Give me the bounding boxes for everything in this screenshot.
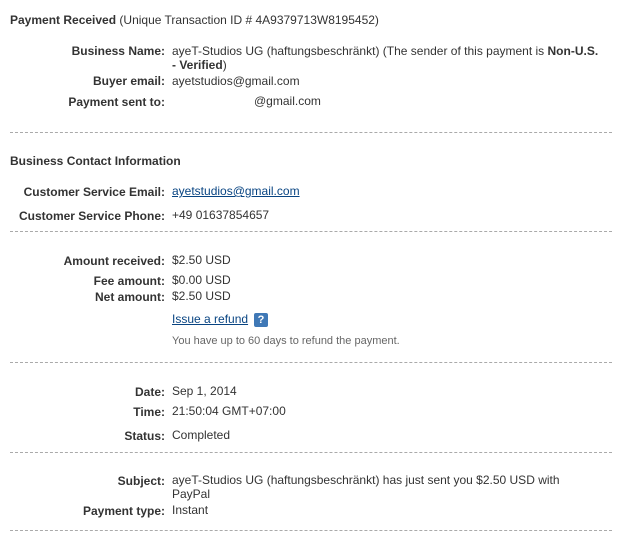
sender-status: Non-U.S.	[547, 44, 599, 58]
business-name-label: Business Name:	[71, 44, 165, 58]
verified-status: - Verified	[172, 58, 223, 72]
business-name-text: ayeT-Studios UG (haftungsbeschränkt) (Th…	[172, 44, 548, 58]
business-name-close-paren: )	[222, 58, 227, 72]
business-name-value-line2: - Verified)	[172, 58, 227, 73]
amount-received-label: Amount received:	[63, 254, 165, 268]
section-divider	[10, 362, 612, 363]
customer-service-phone-value: +49 01637854657	[172, 208, 270, 222]
section-divider	[10, 452, 612, 453]
contact-section-title: Business Contact Information	[10, 154, 181, 168]
time-label: Time:	[133, 405, 165, 419]
refund-hint: You have up to 60 days to refund the pay…	[172, 335, 400, 347]
transaction-header: Payment Received (Unique Transaction ID …	[10, 13, 379, 28]
page-title: Payment Received	[10, 13, 117, 27]
section-divider	[10, 132, 612, 133]
date-label: Date:	[134, 385, 165, 399]
time-value: 21:50:04 GMT+07:00	[172, 404, 286, 418]
status-value: Completed	[172, 428, 231, 442]
subject-label: Subject:	[117, 474, 165, 488]
net-amount-value: $2.50 USD	[172, 289, 231, 303]
customer-service-email-link[interactable]: ayetstudios@gmail.com	[172, 184, 300, 199]
buyer-email-label: Buyer email:	[92, 74, 165, 88]
buyer-email-value: ayetstudios@gmail.com	[172, 74, 300, 88]
subject-value-line1: ayeT-Studios UG (haftungsbeschränkt) has…	[172, 473, 560, 487]
customer-service-email-label: Customer Service Email:	[23, 185, 165, 199]
amount-received-value: $2.50 USD	[172, 253, 231, 267]
payment-type-value: Instant	[172, 503, 209, 517]
payment-sent-to-label: Payment sent to:	[68, 95, 165, 109]
subject-value-line2: PayPal	[172, 487, 211, 501]
fee-amount-value: $0.00 USD	[172, 273, 231, 287]
fee-amount-label: Fee amount:	[93, 274, 165, 288]
date-value: Sep 1, 2014	[172, 384, 237, 398]
payment-sent-to-value: @gmail.com	[254, 94, 321, 108]
transaction-id: (Unique Transaction ID # 4A9379713W81954…	[119, 13, 379, 27]
payment-type-label: Payment type:	[82, 504, 165, 518]
section-divider	[10, 530, 612, 531]
business-name-value: ayeT-Studios UG (haftungsbeschränkt) (Th…	[172, 44, 598, 59]
status-label: Status:	[124, 429, 165, 443]
section-divider	[10, 231, 612, 232]
customer-service-phone-label: Customer Service Phone:	[18, 209, 165, 223]
help-icon[interactable]: ?	[254, 313, 268, 327]
net-amount-label: Net amount:	[95, 290, 165, 304]
issue-refund-link[interactable]: Issue a refund	[172, 312, 248, 327]
